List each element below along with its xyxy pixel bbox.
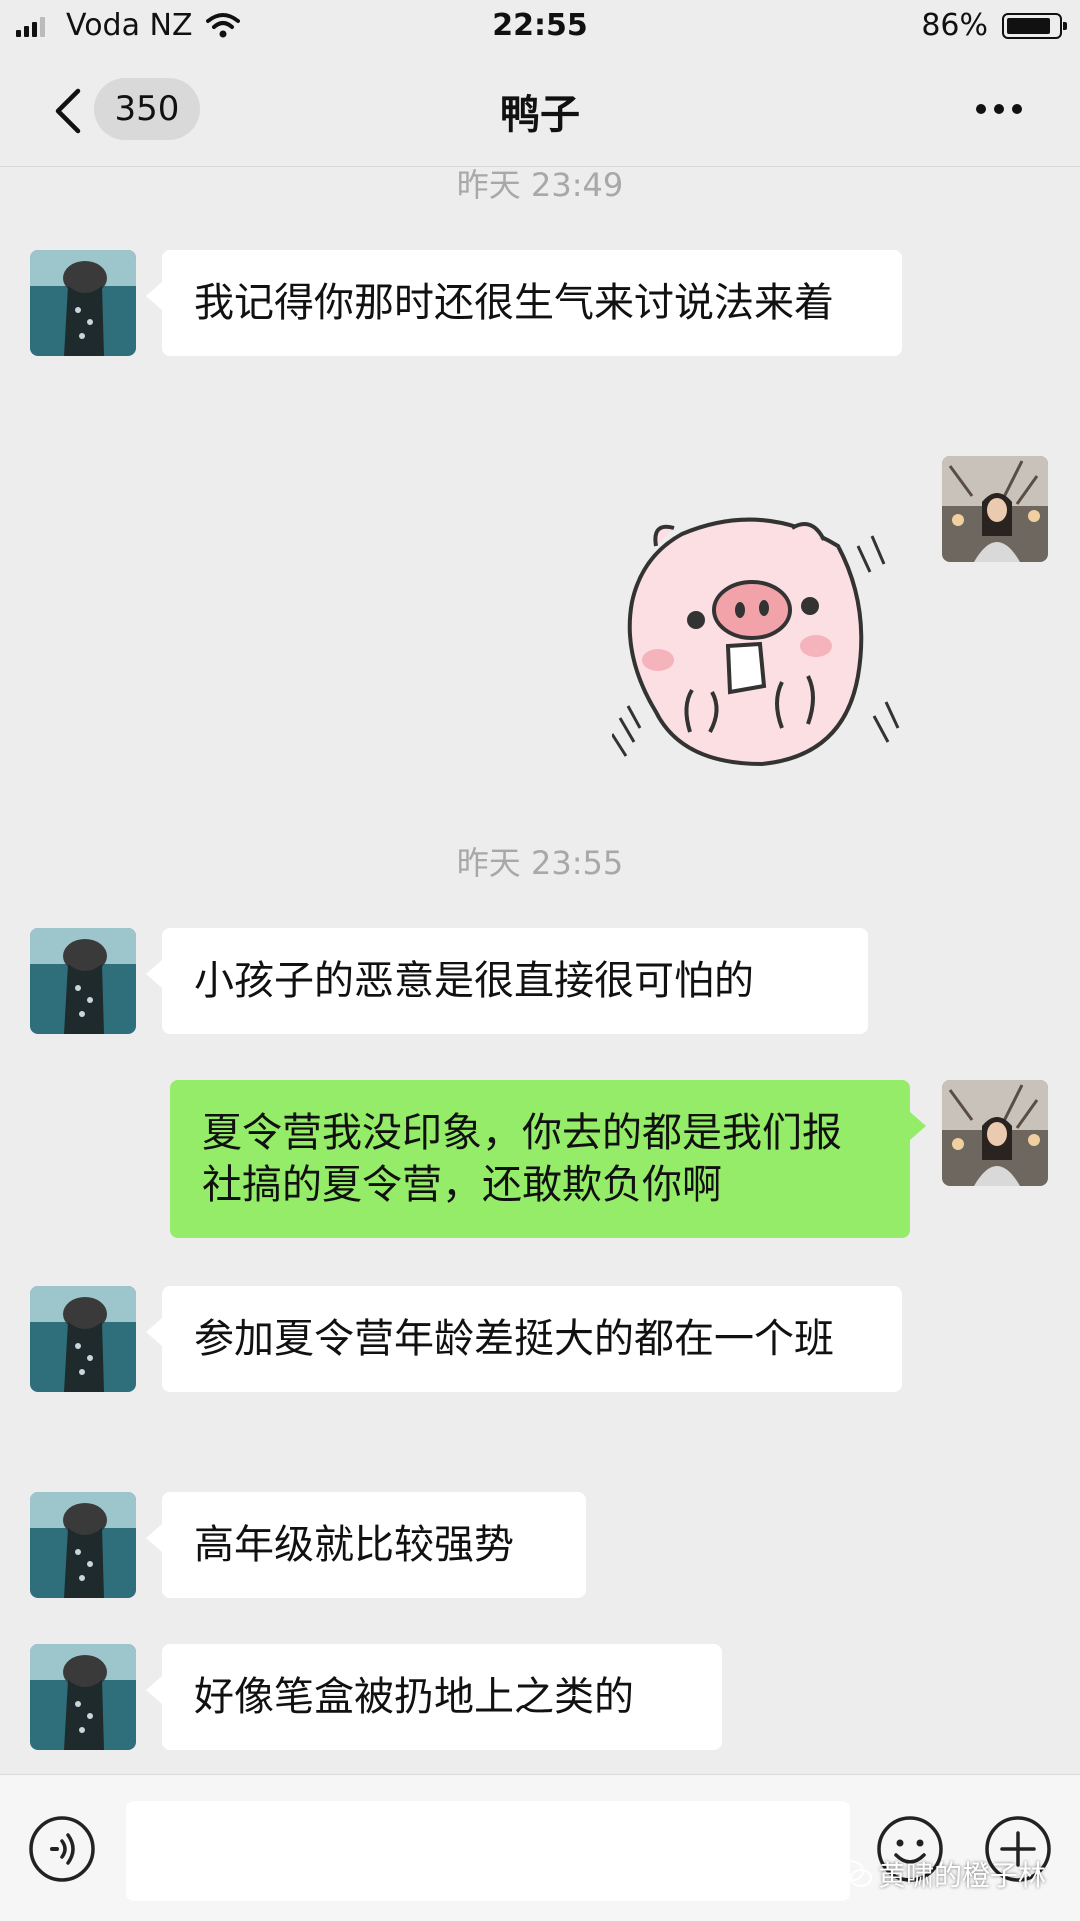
voice-icon[interactable]	[28, 1815, 96, 1883]
message-bubble[interactable]: 小孩子的恶意是很直接很可怕的	[146, 928, 868, 1034]
my-avatar[interactable]	[942, 456, 1048, 562]
timestamp: 昨天 23:49	[456, 166, 624, 204]
contact-avatar[interactable]	[30, 1492, 136, 1598]
timestamp: 昨天 23:55	[456, 844, 624, 882]
message-bubble[interactable]: 参加夏令营年龄差挺大的都在一个班	[146, 1286, 902, 1392]
input-bar	[0, 1774, 1080, 1921]
chat-header: 350 鸭子	[0, 54, 1080, 167]
clock: 22:55	[492, 8, 588, 43]
message-bubble[interactable]: 夏令营我没印象，你去的都是我们报社搞的夏令营，还敢欺负你啊	[170, 1080, 926, 1238]
contact-avatar[interactable]	[30, 928, 136, 1034]
message-bubble[interactable]: 好像笔盒被扔地上之类的	[146, 1644, 722, 1750]
message-bubble[interactable]: 高年级就比较强势	[146, 1492, 586, 1598]
more-options-icon[interactable]	[976, 104, 1022, 114]
contact-avatar[interactable]	[30, 1644, 136, 1750]
status-bar: Voda NZ 22:55 86%	[0, 0, 1080, 54]
wechat-logo-icon	[837, 1860, 872, 1887]
chat-title: 鸭子	[500, 92, 580, 138]
watermark: 黄啸的橙子林	[837, 1854, 1046, 1894]
contact-avatar[interactable]	[30, 250, 136, 356]
message-bubble[interactable]: 我记得你那时还很生气来讨说法来着	[146, 250, 902, 356]
watermark-text: 黄啸的橙子林	[877, 1859, 1046, 1892]
pig-sticker-icon[interactable]	[612, 506, 902, 772]
message-input[interactable]	[126, 1801, 850, 1901]
contact-avatar[interactable]	[30, 1286, 136, 1392]
battery-icon	[1002, 13, 1067, 39]
battery-percent: 86%	[921, 8, 988, 43]
my-avatar[interactable]	[942, 1080, 1048, 1186]
